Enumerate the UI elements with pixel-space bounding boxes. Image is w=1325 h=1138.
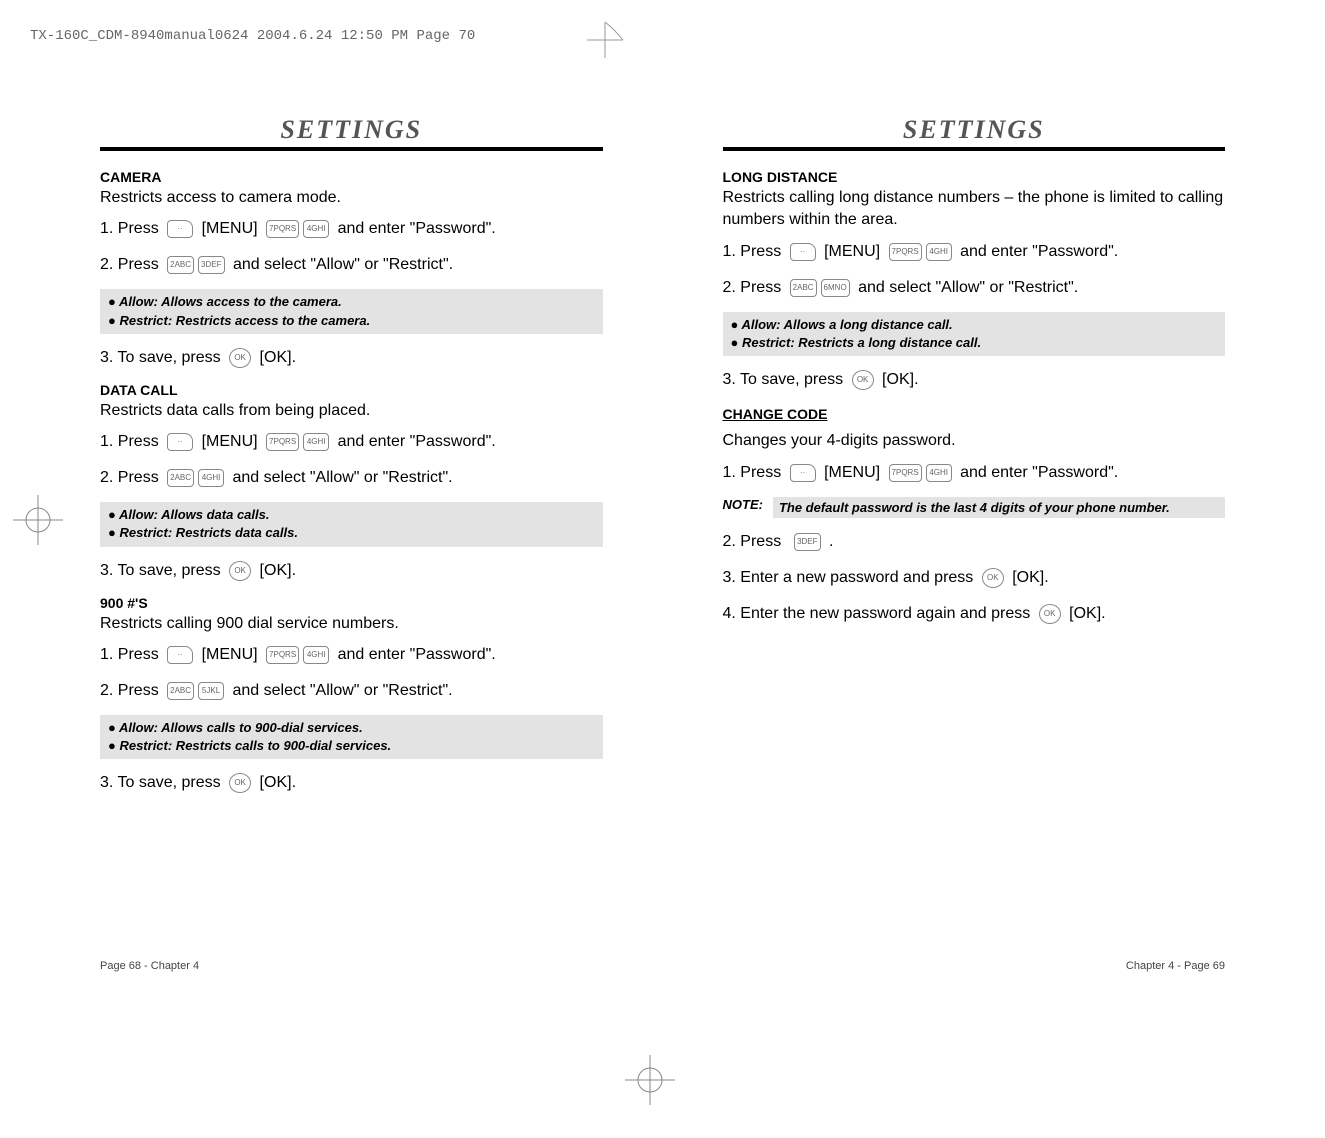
section-desc: Changes your 4-digits password. <box>723 430 1226 452</box>
note-box: ● Allow: Allows data calls. ● Restrict: … <box>100 502 603 546</box>
registration-mark-icon <box>620 1050 680 1110</box>
page-curl-icon <box>585 20 625 60</box>
key-7-icon: 7PQRS <box>889 243 922 261</box>
step-1: 1. Press ·· [MENU] 7PQRS 4GHI and enter … <box>723 240 1226 264</box>
key-7-icon: 7PQRS <box>266 220 299 238</box>
key-2-icon: 2ABC <box>790 279 817 297</box>
menu-key-icon: ·· <box>167 646 193 664</box>
menu-key-icon: ·· <box>790 243 816 261</box>
note-label: NOTE: <box>723 497 763 518</box>
step-3: 3. To save, press OK [OK]. <box>100 559 603 583</box>
title-rule <box>100 147 603 151</box>
note-row: NOTE: The default password is the last 4… <box>723 497 1226 518</box>
key-2-icon: 2ABC <box>167 682 194 700</box>
key-4-icon: 4GHI <box>926 243 952 261</box>
step-2: 2. Press 2ABC 4GHI and select "Allow" or… <box>100 466 603 490</box>
step-3: 3. To save, press OK [OK]. <box>100 346 603 370</box>
section-desc: Restricts calling 900 dial service numbe… <box>100 613 603 635</box>
section-desc: Restricts access to camera mode. <box>100 187 603 209</box>
section-heading-900: 900 #'S <box>100 595 603 611</box>
step-1: 1. Press ·· [MENU] 7PQRS 4GHI and enter … <box>100 430 603 454</box>
step-4: 4. Enter the new password again and pres… <box>723 602 1226 626</box>
key-4-icon: 4GHI <box>303 220 329 238</box>
step-1: 1. Press ·· [MENU] 7PQRS 4GHI and enter … <box>723 461 1226 485</box>
step-3: 3. To save, press OK [OK]. <box>100 771 603 795</box>
menu-key-icon: ·· <box>167 433 193 451</box>
title-rule <box>723 147 1226 151</box>
ok-key-icon: OK <box>229 348 251 368</box>
key-7-icon: 7PQRS <box>889 464 922 482</box>
key-7-icon: 7PQRS <box>266 433 299 451</box>
footer-right: Chapter 4 - Page 69 <box>1126 960 1225 972</box>
step-2: 2. Press 2ABC 6MNO and select "Allow" or… <box>723 276 1226 300</box>
section-heading-long-distance: LONG DISTANCE <box>723 169 1226 185</box>
key-3-icon: 3DEF <box>794 533 820 551</box>
step-2: 2. Press 2ABC 5JKL and select "Allow" or… <box>100 679 603 703</box>
section-desc: Restricts data calls from being placed. <box>100 400 603 422</box>
key-4-icon: 4GHI <box>303 433 329 451</box>
key-7-icon: 7PQRS <box>266 646 299 664</box>
note-body: The default password is the last 4 digit… <box>773 497 1225 518</box>
page-title: SETTINGS <box>100 115 603 145</box>
section-desc: Restricts calling long distance numbers … <box>723 187 1226 232</box>
section-heading-change-code: CHANGE CODE <box>723 406 1226 422</box>
ok-key-icon: OK <box>229 561 251 581</box>
step-2: 2. Press 2ABC 3DEF and select "Allow" or… <box>100 253 603 277</box>
key-6-icon: 6MNO <box>821 279 850 297</box>
key-2-icon: 2ABC <box>167 469 194 487</box>
print-header: TX-160C_CDM-8940manual0624 2004.6.24 12:… <box>0 28 475 44</box>
key-4-icon: 4GHI <box>198 469 224 487</box>
menu-key-icon: ·· <box>790 464 816 482</box>
key-2-icon: 2ABC <box>167 256 194 274</box>
step-1: 1. Press ·· [MENU] 7PQRS 4GHI and enter … <box>100 217 603 241</box>
step-1: 1. Press ·· [MENU] 7PQRS 4GHI and enter … <box>100 643 603 667</box>
key-3-icon: 3DEF <box>198 256 224 274</box>
section-heading-datacall: DATA CALL <box>100 382 603 398</box>
step-3: 3. Enter a new password and press OK [OK… <box>723 566 1226 590</box>
page-title: SETTINGS <box>723 115 1226 145</box>
ok-key-icon: OK <box>852 370 874 390</box>
footer-left: Page 68 - Chapter 4 <box>100 960 199 972</box>
menu-key-icon: ·· <box>167 220 193 238</box>
right-page: SETTINGS LONG DISTANCE Restricts calling… <box>663 115 1325 807</box>
key-5-icon: 5JKL <box>198 682 224 700</box>
note-box: ● Allow: Allows a long distance call. ● … <box>723 312 1226 356</box>
key-4-icon: 4GHI <box>926 464 952 482</box>
key-4-icon: 4GHI <box>303 646 329 664</box>
section-heading-camera: CAMERA <box>100 169 603 185</box>
ok-key-icon: OK <box>229 773 251 793</box>
note-box: ● Allow: Allows access to the camera. ● … <box>100 289 603 333</box>
left-page: SETTINGS CAMERA Restricts access to came… <box>0 115 663 807</box>
step-2: 2. Press 3DEF . <box>723 530 1226 554</box>
ok-key-icon: OK <box>1039 604 1061 624</box>
note-box: ● Allow: Allows calls to 900-dial servic… <box>100 715 603 759</box>
step-3: 3. To save, press OK [OK]. <box>723 368 1226 392</box>
ok-key-icon: OK <box>982 568 1004 588</box>
